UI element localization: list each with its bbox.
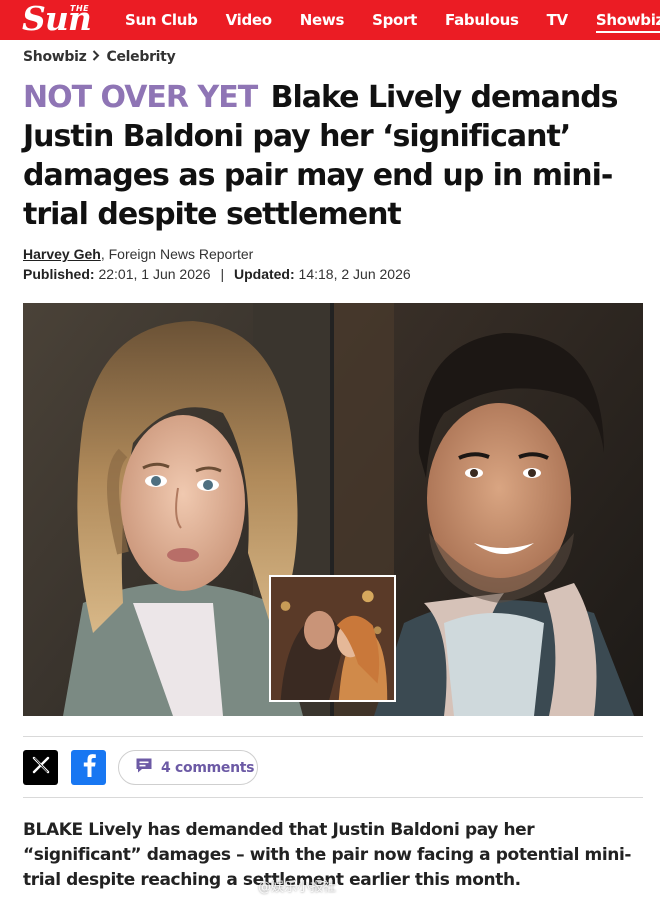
inset-film-still — [269, 575, 396, 702]
updated-time: 14:18, 2 Jun 2026 — [298, 266, 411, 282]
nav-item-news[interactable]: News — [300, 11, 345, 29]
published-label: Published: — [23, 266, 95, 282]
comment-icon — [135, 757, 153, 779]
nav-item-fabulous[interactable]: Fabulous — [445, 11, 519, 29]
nav-item-tv[interactable]: TV — [547, 11, 569, 29]
share-facebook-button[interactable] — [71, 750, 106, 785]
main-nav: Sun Club Video News Sport Fabulous TV Sh… — [125, 0, 660, 40]
nav-item-showbiz[interactable]: Showbiz — [595, 11, 660, 33]
headline-kicker: NOT OVER YET — [23, 80, 258, 115]
logo-the: THE — [70, 4, 90, 13]
breadcrumb: Showbiz Celebrity — [23, 49, 176, 65]
article-headline: NOT OVER YET Blake Lively demands Justin… — [23, 78, 643, 234]
share-x-button[interactable] — [23, 750, 58, 785]
comments-button[interactable]: 4 comments — [118, 750, 258, 785]
chevron-right-icon — [92, 49, 100, 65]
watermark: @娱乐小报社 — [258, 880, 337, 895]
author-link[interactable]: Harvey Geh — [23, 246, 101, 262]
top-nav-bar: Sun THE Sun Club Video News Sport Fabulo… — [0, 0, 660, 40]
nav-item-sport[interactable]: Sport — [372, 11, 417, 29]
nav-item-sun-club[interactable]: Sun Club — [125, 11, 198, 29]
comments-label: 4 comments — [161, 759, 255, 776]
date-separator: | — [220, 266, 225, 282]
published-time: 22:01, 1 Jun 2026 — [98, 266, 211, 282]
x-logo-icon — [31, 755, 51, 780]
breadcrumb-showbiz[interactable]: Showbiz — [23, 49, 87, 65]
updated-label: Updated: — [233, 266, 295, 282]
nav-item-video[interactable]: Video — [226, 11, 273, 29]
divider-bottom — [23, 797, 643, 798]
divider-top — [23, 736, 643, 737]
hero-image[interactable] — [23, 303, 643, 716]
breadcrumb-celebrity[interactable]: Celebrity — [106, 49, 175, 65]
byline: Harvey Geh, Foreign News Reporter — [23, 246, 253, 262]
facebook-icon — [81, 753, 97, 782]
the-sun-logo[interactable]: Sun THE — [22, 0, 112, 40]
article-dates: Published: 22:01, 1 Jun 2026 | Updated: … — [23, 266, 411, 282]
author-role: , Foreign News Reporter — [100, 246, 254, 262]
